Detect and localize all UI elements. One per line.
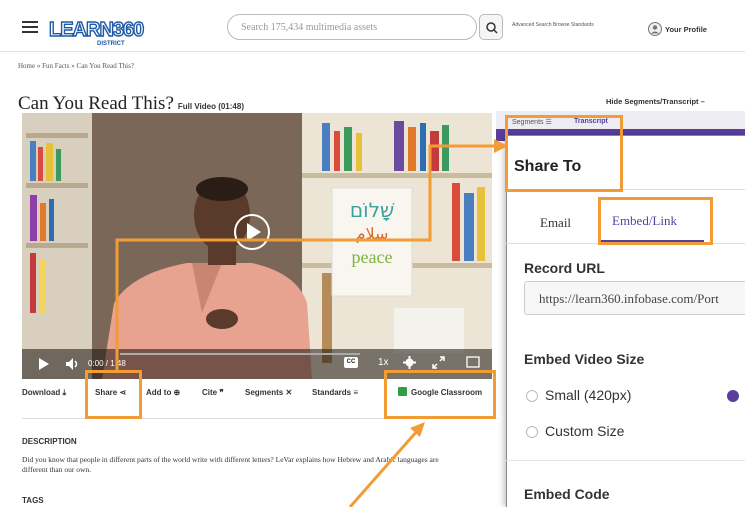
annotation-arrows xyxy=(115,139,508,507)
